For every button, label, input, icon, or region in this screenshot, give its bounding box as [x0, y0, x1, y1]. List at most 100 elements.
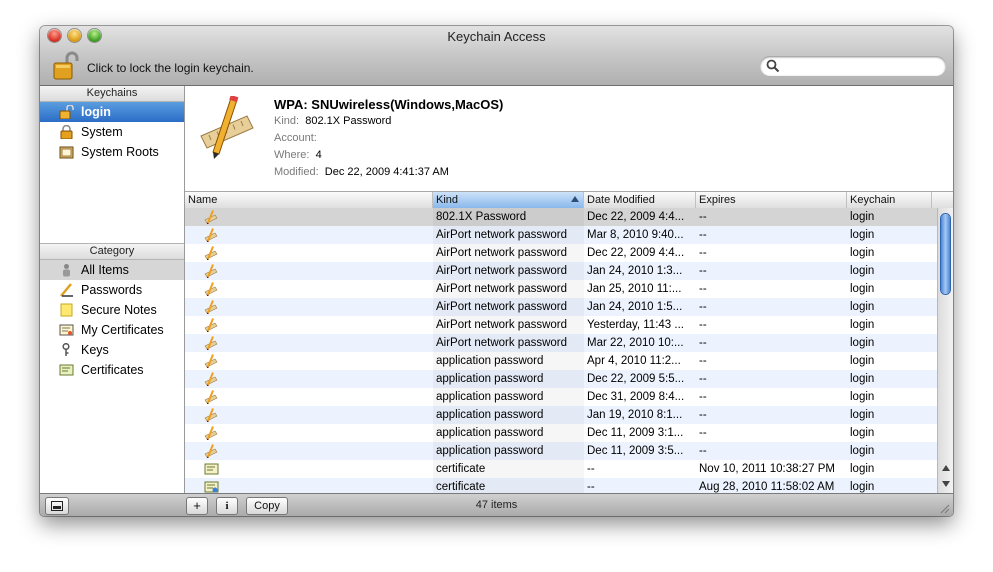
lock-status-text: Click to lock the login keychain.	[87, 61, 254, 75]
modified-value: Dec 22, 2009 4:41:37 AM	[324, 166, 449, 178]
kind-cell: application password	[436, 409, 544, 421]
table-row[interactable]: AirPort network password Mar 22, 2010 10:…	[185, 334, 937, 352]
kind-cell: certificate	[436, 481, 486, 493]
column-header-date-modified[interactable]: Date Modified	[584, 192, 696, 208]
column-header-keychain[interactable]: Keychain	[847, 192, 932, 208]
expires-cell: --	[699, 229, 707, 241]
sidebar-item-system-roots[interactable]: System Roots	[40, 142, 184, 162]
sidebar-item-system[interactable]: System	[40, 122, 184, 142]
account-label: Account:	[274, 132, 317, 144]
kind-cell: application password	[436, 445, 544, 457]
table-row[interactable]: AirPort network password Dec 22, 2009 4:4…	[185, 244, 937, 262]
table-row[interactable]: AirPort network password Yesterday, 11:43…	[185, 316, 937, 334]
items-table: 802.1X Password Dec 22, 2009 4:4... -- logi…	[185, 208, 937, 493]
table-row[interactable]: application password Apr 4, 2010 11:2... -…	[185, 352, 937, 370]
date-cell: Mar 22, 2010 10:...	[587, 337, 684, 349]
date-cell: --	[587, 463, 595, 475]
table-row[interactable]: certificate -- Aug 28, 2010 11:58:02 AM log…	[185, 478, 937, 493]
date-cell: Dec 31, 2009 8:4...	[587, 391, 685, 403]
sidebar-item-label: System Roots	[81, 145, 159, 159]
sidebar-item-label: My Certificates	[81, 323, 164, 337]
keychain-cell: login	[850, 373, 875, 385]
expires-cell: --	[699, 337, 707, 349]
table-row[interactable]: application password Dec 22, 2009 5:5... -…	[185, 370, 937, 388]
scroll-down-arrow[interactable]	[942, 481, 950, 487]
table-row[interactable]: application password Dec 11, 2009 3:5... -…	[185, 442, 937, 460]
column-header-kind-label: Kind	[436, 194, 459, 206]
password-icon	[204, 426, 218, 440]
table-row[interactable]: application password Dec 31, 2009 8:4... -…	[185, 388, 937, 406]
keychain-cell: login	[850, 301, 875, 313]
scroll-thumb[interactable]	[941, 214, 950, 294]
sidebar-item-certificates[interactable]: Certificates	[40, 360, 184, 380]
kind-cell: certificate	[436, 463, 486, 475]
resize-grip-icon[interactable]	[939, 503, 950, 514]
date-cell: Apr 4, 2010 11:2...	[587, 355, 681, 367]
kind-cell: AirPort network password	[436, 247, 568, 259]
where-label: Where:	[274, 149, 310, 161]
password-icon	[204, 390, 218, 404]
keychains-header: Keychains	[40, 86, 184, 102]
table-row[interactable]: AirPort network password Mar 8, 2010 9:40…	[185, 226, 937, 244]
table-row[interactable]: AirPort network password Jan 24, 2010 1:3…	[185, 262, 937, 280]
keychain-window: Keychain Access Click to lock the login …	[40, 26, 953, 516]
table-row[interactable]: certificate -- Nov 10, 2011 10:38:27 PM log…	[185, 460, 937, 478]
item-info-panel: WPA: SNUwireless(Windows,MacOS) Kind: 80…	[185, 86, 953, 192]
table-row[interactable]: application password Jan 19, 2010 8:1... -…	[185, 406, 937, 424]
expires-cell: --	[699, 211, 707, 223]
password-icon	[204, 336, 218, 350]
key-icon	[62, 343, 70, 356]
kind-cell: application password	[436, 427, 544, 439]
sidebar-item-my-certificates[interactable]: My Certificates	[40, 320, 184, 340]
password-icon	[204, 372, 218, 386]
note-icon	[60, 303, 73, 317]
sidebar-item-passwords[interactable]: Passwords	[40, 280, 184, 300]
table-row[interactable]: AirPort network password Jan 25, 2010 11:…	[185, 280, 937, 298]
table-row[interactable]: 802.1X Password Dec 22, 2009 4:4... -- logi…	[185, 208, 937, 226]
search-field[interactable]	[760, 56, 946, 76]
title-toolbar: Keychain Access Click to lock the login …	[40, 26, 953, 86]
expires-cell: Aug 28, 2010 11:58:02 AM	[699, 481, 835, 493]
sidebar-item-login[interactable]: login	[40, 102, 184, 122]
date-cell: Jan 25, 2010 11:...	[587, 283, 682, 295]
column-header-name[interactable]: Name	[185, 192, 433, 208]
keychain-cell: login	[850, 355, 875, 367]
date-cell: Yesterday, 11:43 ...	[587, 319, 684, 331]
sidebar: Keychains login System System Roots Cate…	[40, 86, 185, 493]
scroll-up-arrow[interactable]	[942, 465, 950, 471]
keychain-cell: login	[850, 211, 875, 223]
column-header-kind[interactable]: Kind	[433, 192, 584, 208]
sidebar-item-all-items[interactable]: All Items	[40, 260, 184, 280]
kind-cell: AirPort network password	[436, 301, 568, 313]
lock-keychain-button[interactable]	[52, 51, 80, 81]
expires-cell: --	[699, 355, 707, 367]
kind-cell: AirPort network password	[436, 337, 568, 349]
sidebar-item-label: Keys	[81, 343, 109, 357]
window-title: Keychain Access	[447, 29, 546, 44]
sidebar-item-secure-notes[interactable]: Secure Notes	[40, 300, 184, 320]
open-lock-icon	[53, 51, 79, 80]
table-row[interactable]: application password Dec 11, 2009 3:1... -…	[185, 424, 937, 442]
expires-cell: --	[699, 283, 707, 295]
password-icon	[204, 282, 218, 296]
password-icon	[204, 210, 218, 224]
item-count: 47 items	[475, 499, 518, 511]
sidebar-item-keys[interactable]: Keys	[40, 340, 184, 360]
sort-ascending-icon	[571, 196, 579, 202]
kind-cell: AirPort network password	[436, 283, 568, 295]
password-icon	[204, 246, 218, 260]
my-certificate-icon	[59, 324, 74, 336]
lock-icon	[60, 125, 73, 139]
password-icon	[204, 444, 218, 458]
keychain-cell: login	[850, 337, 875, 349]
vertical-scrollbar[interactable]	[937, 208, 953, 493]
column-header-expires[interactable]: Expires	[696, 192, 847, 208]
keychain-cell: login	[850, 481, 875, 493]
sidebar-item-label: System	[81, 125, 123, 139]
expires-cell: --	[699, 265, 707, 277]
keychain-cell: login	[850, 445, 875, 457]
table-row[interactable]: AirPort network password Jan 24, 2010 1:5…	[185, 298, 937, 316]
date-cell: Mar 8, 2010 9:40...	[587, 229, 684, 241]
sidebar-item-label: login	[81, 105, 111, 119]
certificate-icon	[204, 481, 219, 493]
